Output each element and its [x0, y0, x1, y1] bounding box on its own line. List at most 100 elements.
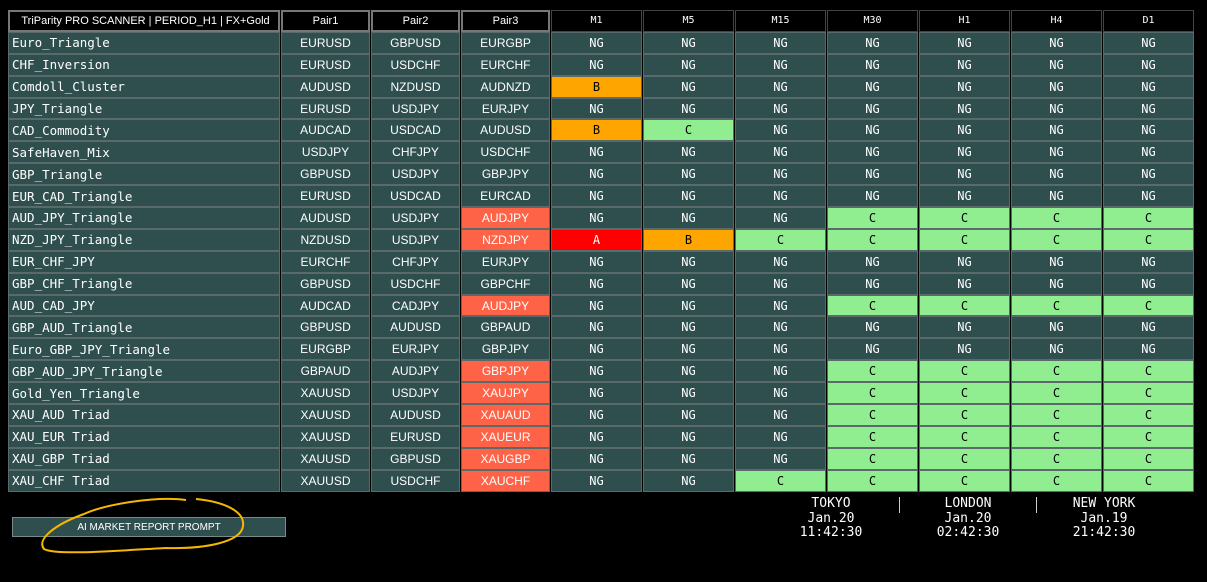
pair1-cell: XAUUSD	[281, 382, 370, 405]
pair1-cell: XAUUSD	[281, 404, 370, 426]
signal-cell-h1: NG	[919, 185, 1010, 208]
table-row: GBP_AUD_Triangle GBPUSD AUDUSD GBPAUD NG NG NG…	[8, 316, 1195, 339]
signal-cell-d1: NG	[1103, 53, 1194, 76]
strategy-name: CHF_Inversion	[8, 53, 280, 76]
pair1-cell: EURGBP	[281, 338, 370, 361]
pair3-cell: NZDJPY	[461, 228, 550, 251]
pair1-cell: XAUUSD	[281, 425, 370, 448]
pair3-cell: AUDUSD	[461, 119, 550, 142]
table-row: Euro_Triangle EURUSD GBPUSD EURGBP NG NG NG NG N…	[8, 31, 1195, 54]
pair2-cell: USDCHF	[371, 469, 460, 492]
strategy-name: EUR_CHF_JPY	[8, 250, 280, 273]
signal-cell-h4: C	[1011, 425, 1102, 448]
clock-time: 21:42:30	[1072, 525, 1136, 540]
clock-date: Jan.20	[807, 510, 855, 526]
pair1-cell: AUDUSD	[281, 207, 370, 229]
signal-cell-m15: NG	[735, 207, 826, 229]
signal-cell-h4: NG	[1011, 119, 1102, 142]
table-row: XAU_CHF Triad XAUUSD USDCHF XAUCHF NG NG C C C C C	[8, 469, 1195, 492]
signal-cell-m5: NG	[643, 272, 734, 295]
signal-cell-h1: NG	[919, 53, 1010, 76]
signal-cell-d1: NG	[1103, 141, 1194, 164]
pair2-cell: USDCAD	[371, 185, 460, 208]
strategy-name: Euro_GBP_JPY_Triangle	[8, 338, 280, 361]
signal-cell-d1: NG	[1103, 185, 1194, 208]
signal-cell-m30: C	[827, 447, 918, 470]
signal-cell-m1: NG	[551, 469, 642, 492]
pair3-cell: USDCHF	[461, 141, 550, 164]
signal-cell-h1: NG	[919, 119, 1010, 142]
scanner-table: TriParity PRO SCANNER | PERIOD_H1 | FX+G…	[8, 10, 1195, 492]
signal-cell-m1: NG	[551, 404, 642, 426]
signal-cell-m1: NG	[551, 53, 642, 76]
signal-cell-m5: NG	[643, 382, 734, 405]
header-row: TriParity PRO SCANNER | PERIOD_H1 | FX+G…	[8, 10, 1195, 32]
strategy-name: NZD_JPY_Triangle	[8, 228, 280, 251]
signal-cell-m1: NG	[551, 338, 642, 361]
table-row: Comdoll_Cluster AUDUSD NZDUSD AUDNZD B NG NG NG…	[8, 75, 1195, 98]
pair2-cell: USDCHF	[371, 53, 460, 76]
clock-divider	[1036, 497, 1037, 513]
signal-cell-m15: NG	[735, 31, 826, 54]
clock-city: TOKYO	[811, 496, 851, 511]
signal-cell-h4: NG	[1011, 163, 1102, 186]
signal-cell-m30: C	[827, 228, 918, 251]
signal-cell-h4: C	[1011, 294, 1102, 317]
signal-cell-m1: NG	[551, 294, 642, 317]
signal-cell-m15: NG	[735, 163, 826, 186]
signal-cell-m15: NG	[735, 404, 826, 426]
signal-cell-d1: NG	[1103, 316, 1194, 339]
signal-cell-m15: NG	[735, 338, 826, 361]
pair3-cell: XAUGBP	[461, 447, 550, 470]
signal-cell-m5: NG	[643, 97, 734, 120]
signal-cell-m1: NG	[551, 360, 642, 383]
signal-cell-m30: NG	[827, 97, 918, 120]
signal-cell-m30: NG	[827, 119, 918, 142]
signal-cell-m5: NG	[643, 338, 734, 361]
table-row: GBP_CHF_Triangle GBPUSD USDCHF GBPCHF NG NG NG…	[8, 272, 1195, 295]
strategy-name: EUR_CAD_Triangle	[8, 185, 280, 208]
signal-cell-h1: NG	[919, 250, 1010, 273]
pair2-cell: CHFJPY	[371, 250, 460, 273]
signal-cell-h1: C	[919, 382, 1010, 405]
signal-cell-m5: NG	[643, 404, 734, 426]
header-tf-m30: M30	[827, 10, 918, 32]
signal-cell-m5: NG	[643, 250, 734, 273]
signal-cell-m1: NG	[551, 447, 642, 470]
pair3-cell: AUDNZD	[461, 75, 550, 98]
signal-cell-h4: C	[1011, 404, 1102, 426]
signal-cell-m30: NG	[827, 185, 918, 208]
pair2-cell: EURUSD	[371, 425, 460, 448]
pair1-cell: GBPUSD	[281, 316, 370, 339]
signal-cell-m5: NG	[643, 75, 734, 98]
pair2-cell: USDJPY	[371, 228, 460, 251]
signal-cell-d1: C	[1103, 382, 1194, 405]
strategy-name: XAU_AUD Triad	[8, 404, 280, 426]
signal-cell-h4: C	[1011, 469, 1102, 492]
table-row: Euro_GBP_JPY_Triangle EURGBP EURJPY GBPJPY N…	[8, 338, 1195, 361]
table-row: JPY_Triangle EURUSD USDJPY EURJPY NG NG NG NG NG…	[8, 97, 1195, 120]
signal-cell-m15: NG	[735, 294, 826, 317]
pair1-cell: AUDUSD	[281, 75, 370, 98]
pair1-cell: AUDCAD	[281, 294, 370, 317]
signal-cell-h1: NG	[919, 97, 1010, 120]
signal-cell-h4: NG	[1011, 97, 1102, 120]
strategy-name: GBP_CHF_Triangle	[8, 272, 280, 295]
table-row: XAU_AUD Triad XAUUSD AUDUSD XAUAUD NG NG NG C C C…	[8, 404, 1195, 426]
pair1-cell: EURUSD	[281, 31, 370, 54]
signal-cell-m15: NG	[735, 316, 826, 339]
signal-cell-d1: C	[1103, 228, 1194, 251]
signal-cell-h4: NG	[1011, 338, 1102, 361]
signal-cell-m1: A	[551, 228, 642, 251]
pair3-cell: XAUCHF	[461, 469, 550, 492]
pair1-cell: EURUSD	[281, 185, 370, 208]
strategy-name: CAD_Commodity	[8, 119, 280, 142]
signal-cell-m5: NG	[643, 207, 734, 229]
signal-cell-m30: NG	[827, 250, 918, 273]
strategy-name: JPY_Triangle	[8, 97, 280, 120]
signal-cell-m1: NG	[551, 31, 642, 54]
signal-cell-d1: C	[1103, 447, 1194, 470]
signal-cell-m5: NG	[643, 163, 734, 186]
signal-cell-h1: NG	[919, 75, 1010, 98]
signal-cell-h1: NG	[919, 338, 1010, 361]
